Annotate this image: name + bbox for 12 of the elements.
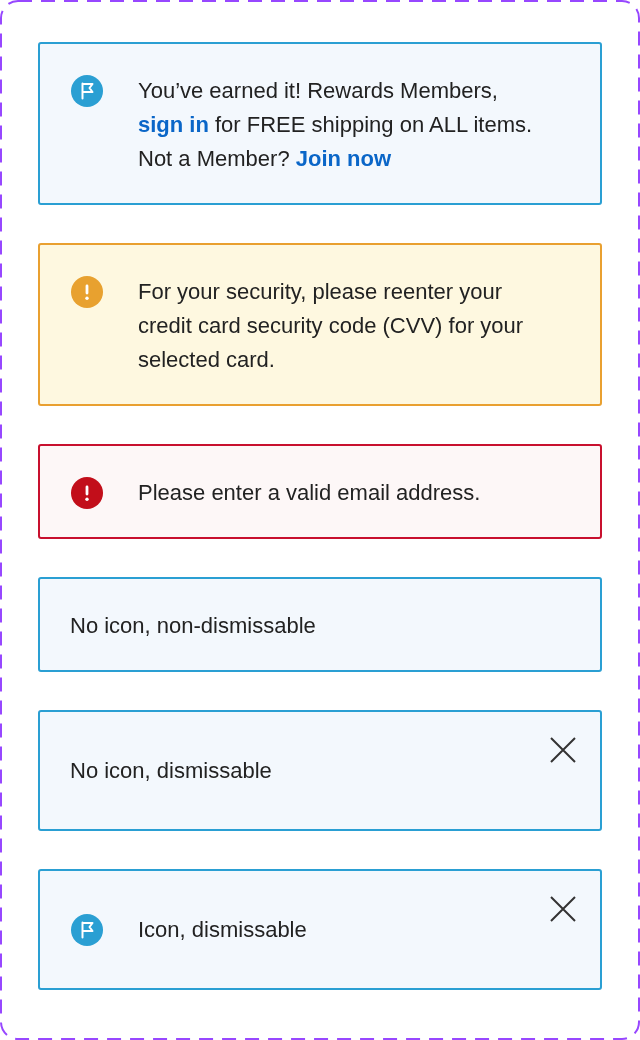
alert-message: No icon, non-dismissable [70,612,316,640]
alert-message: You’ve earned it! Rewards Members, sign in for FREE shipping on ALL items. Not a Member? Join now [138,77,534,173]
close-icon [550,896,576,922]
close-button[interactable] [550,896,576,922]
alert-message: No icon, dismissable [70,756,272,785]
alert-message: Please enter a valid email address. [138,479,481,507]
text-link[interactable]: Join now [295,146,392,171]
close-button[interactable] [550,737,576,763]
close-icon [550,737,576,763]
alert-message: Icon, dismissable [138,915,307,944]
alert-message: For your security, please reenter your credit card security code (CVV) for your selected card. [138,278,525,374]
text-link[interactable]: sign in [138,112,209,137]
